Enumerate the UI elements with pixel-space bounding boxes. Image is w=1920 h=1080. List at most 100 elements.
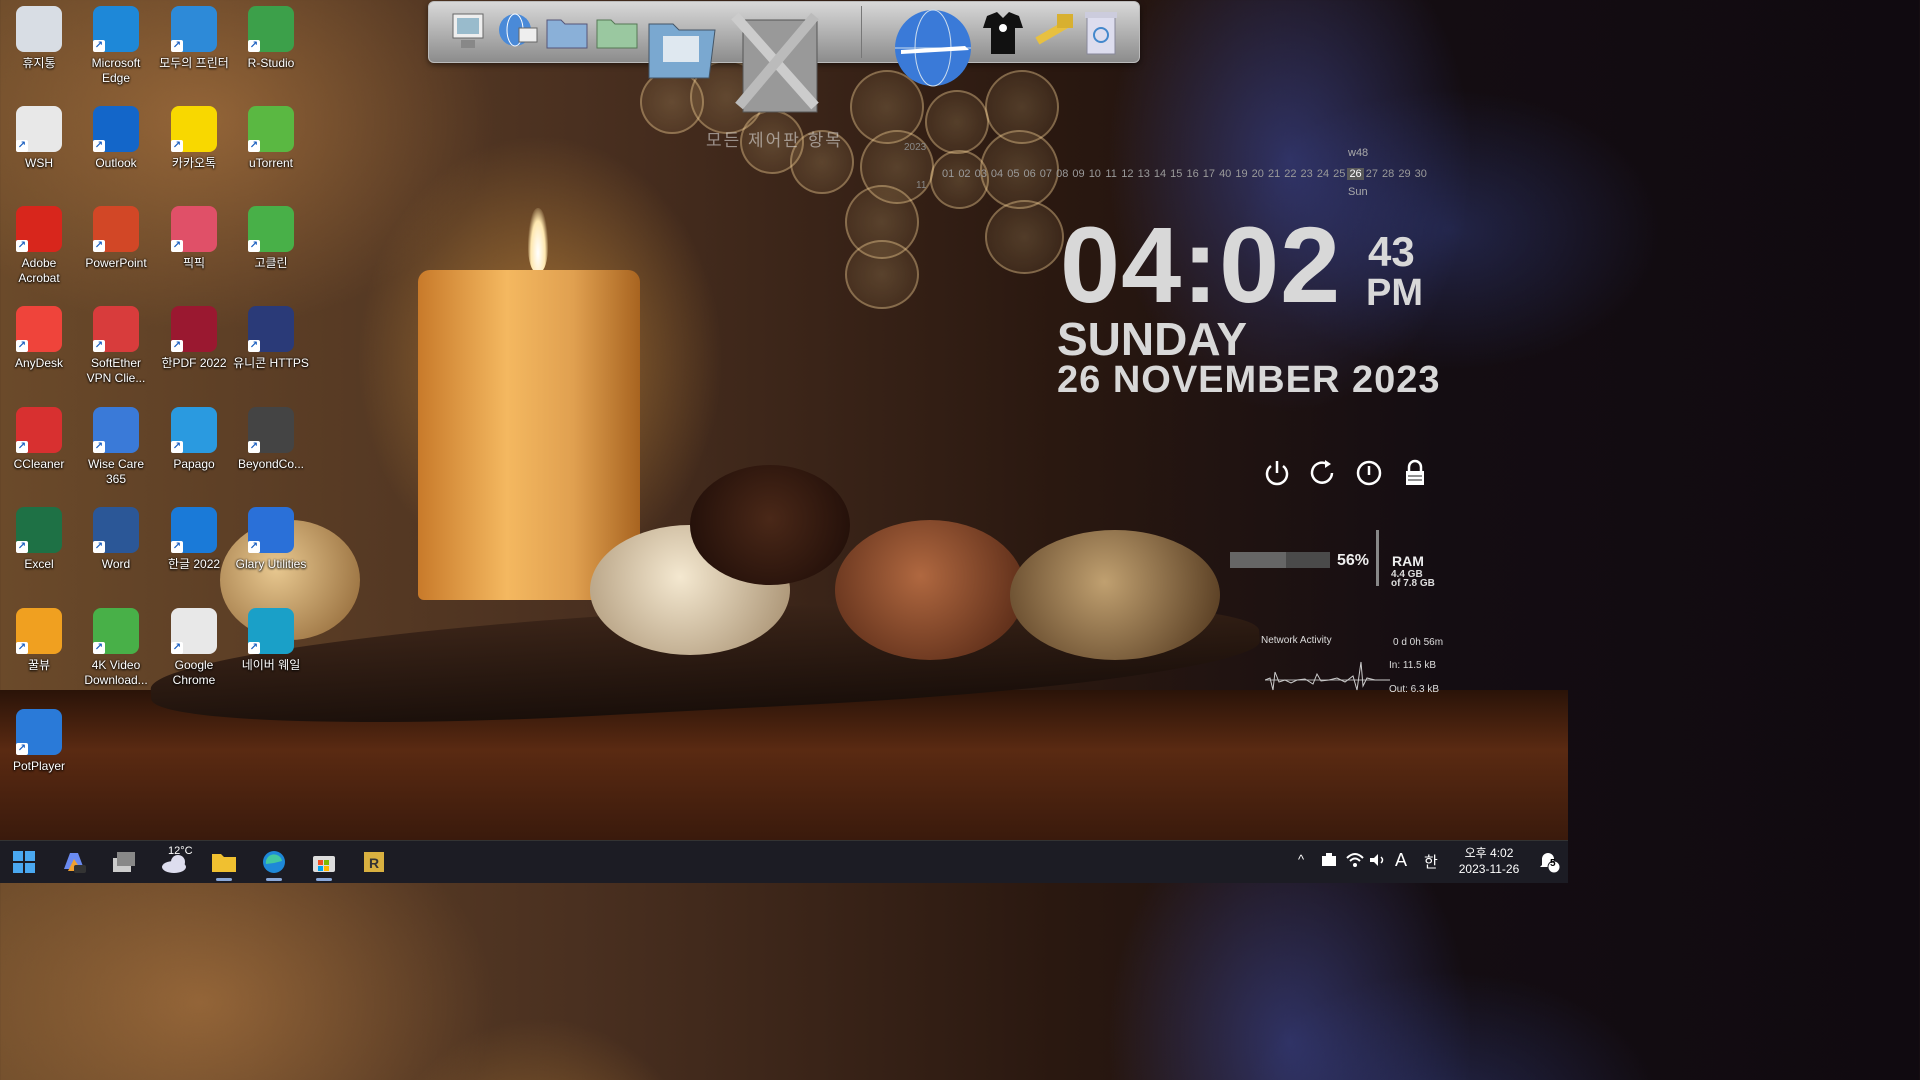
desktop-icon[interactable]: ↗ 고클린 — [232, 206, 310, 271]
desktop-icon-label: Word — [101, 557, 131, 571]
pictures-folder-icon[interactable] — [645, 10, 719, 80]
file-explorer-icon[interactable] — [208, 847, 240, 881]
papago-icon: ↗ — [171, 407, 217, 453]
ram-bar — [1230, 552, 1330, 568]
internet-globe-icon[interactable] — [891, 6, 975, 90]
desktop-icon[interactable]: ↗ BeyondCo... — [232, 407, 310, 472]
volume-icon[interactable] — [1368, 852, 1386, 871]
start-icon[interactable] — [8, 847, 40, 877]
lock-icon[interactable] — [1400, 458, 1430, 488]
calendar-day: 22 — [1284, 168, 1297, 180]
desktop-icon[interactable]: ↗ 4K Video Download... — [77, 608, 155, 688]
network-globe-icon[interactable] — [495, 8, 539, 52]
store-icon[interactable] — [308, 847, 340, 881]
utorrent-icon: ↗ — [248, 106, 294, 152]
desktop-icon[interactable]: ↗ AnyDesk — [0, 306, 78, 371]
excel-icon: ↗ — [16, 507, 62, 553]
desktop-icon[interactable]: ↗ 모두의 프린터 — [155, 6, 233, 71]
active-indicator — [216, 878, 232, 881]
wifi-icon[interactable] — [1345, 852, 1365, 871]
chrome-icon: ↗ — [171, 608, 217, 654]
logoff-icon[interactable] — [1354, 458, 1384, 488]
green-folder-icon[interactable] — [595, 10, 639, 50]
goclean-icon: ↗ — [248, 206, 294, 252]
top-dock — [428, 1, 1140, 113]
4k-downloader-icon: ↗ — [93, 608, 139, 654]
desktop-icon[interactable]: ↗ CCleaner — [0, 407, 78, 472]
calendar-year: 2023 — [904, 142, 927, 153]
computer-icon[interactable] — [449, 8, 489, 52]
desktop-icon[interactable]: ↗ 유니콘 HTTPS — [232, 306, 310, 371]
onedrive-icon[interactable] — [1320, 852, 1340, 871]
notification-bell-icon[interactable]: 5 — [1536, 851, 1562, 878]
desktop-icon-label: Wise Care 365 — [87, 457, 144, 486]
desktop-icon[interactable]: ↗ Papago — [155, 407, 233, 472]
desktop-icon[interactable]: ↗ 한PDF 2022 — [155, 306, 233, 371]
desktop-icon-label: Papago — [173, 457, 215, 471]
shortcut-arrow-icon: ↗ — [248, 140, 260, 152]
taskbar: 12°C R ^ A 한 오후 4:02 2023-11-26 5 — [0, 840, 1568, 883]
desktop-icon[interactable]: ↗ 네이버 웨일 — [232, 608, 310, 673]
clock-date: 26 NOVEMBER 2023 — [1057, 359, 1441, 401]
folder-icon[interactable] — [545, 10, 589, 50]
desktop-icon[interactable]: ↗ Glary Utilities — [232, 507, 310, 572]
shortcut-arrow-icon: ↗ — [93, 240, 105, 252]
desktop-icon[interactable]: ↗ 꿀뷰 — [0, 608, 78, 673]
powerpoint-icon: ↗ — [93, 206, 139, 252]
restart-icon[interactable] — [1308, 458, 1338, 488]
calendar-day: 28 — [1382, 168, 1395, 180]
desktop-icon[interactable]: ↗ SoftEther VPN Clie... — [77, 306, 155, 386]
notification-count: 5 — [1550, 858, 1556, 869]
calendar-day: 05 — [1007, 168, 1020, 180]
shortcut-arrow-icon: ↗ — [16, 642, 28, 654]
desktop-icon[interactable]: ↗ 한글 2022 — [155, 507, 233, 572]
copilot-icon[interactable] — [58, 847, 90, 877]
picpick-icon: ↗ — [171, 206, 217, 252]
desktop-icon[interactable]: ↗ Adobe Acrobat — [0, 206, 78, 286]
desktop-icon[interactable]: ↗ Excel — [0, 507, 78, 572]
tshirt-icon[interactable] — [981, 8, 1025, 56]
desktop-icon-label: Google Chrome — [172, 658, 216, 687]
desktop-icon[interactable]: ↗ Wise Care 365 — [77, 407, 155, 487]
tray-chevron[interactable]: ^ — [1298, 852, 1304, 867]
network-uptime: 0 d 0h 56m — [1393, 637, 1444, 648]
task-view-icon[interactable] — [108, 847, 140, 877]
anydesk-icon: ↗ — [16, 306, 62, 352]
network-title: Network Activity — [1261, 635, 1332, 646]
desktop-icon-label: 한PDF 2022 — [161, 356, 227, 370]
desktop-icon[interactable]: ↗ uTorrent — [232, 106, 310, 171]
desktop-icon[interactable]: ↗ Word — [77, 507, 155, 572]
shortcut-arrow-icon: ↗ — [16, 140, 28, 152]
desktop-icon-label: Microsoft Edge — [91, 56, 141, 85]
shortcut-arrow-icon: ↗ — [248, 40, 260, 52]
desktop-icon[interactable]: ↗ R-Studio — [232, 6, 310, 71]
desktop-icon[interactable]: ↗ PowerPoint — [77, 206, 155, 271]
calendar-day: 16 — [1186, 168, 1199, 180]
control-panel-tools-icon[interactable] — [725, 6, 825, 116]
trash-icon[interactable] — [1081, 8, 1121, 56]
ime-mode[interactable]: A — [1395, 850, 1407, 871]
desktop-icon[interactable]: ↗ Outlook — [77, 106, 155, 171]
desktop-icon-label: 카카오톡 — [171, 156, 217, 170]
desktop-icon[interactable]: ↗ Microsoft Edge — [77, 6, 155, 86]
desktop-icon[interactable]: ↗ 카카오톡 — [155, 106, 233, 171]
shortcut-arrow-icon: ↗ — [16, 743, 28, 755]
power-icon[interactable] — [1262, 458, 1292, 488]
shortcut-arrow-icon: ↗ — [248, 240, 260, 252]
hammer-icon[interactable] — [1027, 8, 1077, 56]
rstudio-taskbar-icon[interactable]: R — [358, 847, 390, 877]
ime-language[interactable]: 한 — [1424, 851, 1438, 872]
desktop-icon-label: uTorrent — [248, 156, 294, 170]
network-graph — [1265, 661, 1390, 691]
edge-icon[interactable] — [258, 847, 290, 881]
shortcut-arrow-icon: ↗ — [171, 441, 183, 453]
ram-percent: 56% — [1337, 552, 1370, 569]
desktop-icon[interactable]: ↗ WSH — [0, 106, 78, 171]
desktop-icon[interactable]: ↗ Google Chrome — [155, 608, 233, 688]
desktop-icon-label: R-Studio — [247, 56, 295, 70]
desktop-icon[interactable]: ↗ 픽픽 — [155, 206, 233, 271]
shortcut-arrow-icon: ↗ — [248, 441, 260, 453]
tray-clock[interactable]: 오후 4:02 2023-11-26 — [1448, 845, 1530, 877]
desktop-icon[interactable]: 휴지통 — [0, 6, 78, 71]
desktop-icon[interactable]: ↗ PotPlayer — [0, 709, 78, 774]
